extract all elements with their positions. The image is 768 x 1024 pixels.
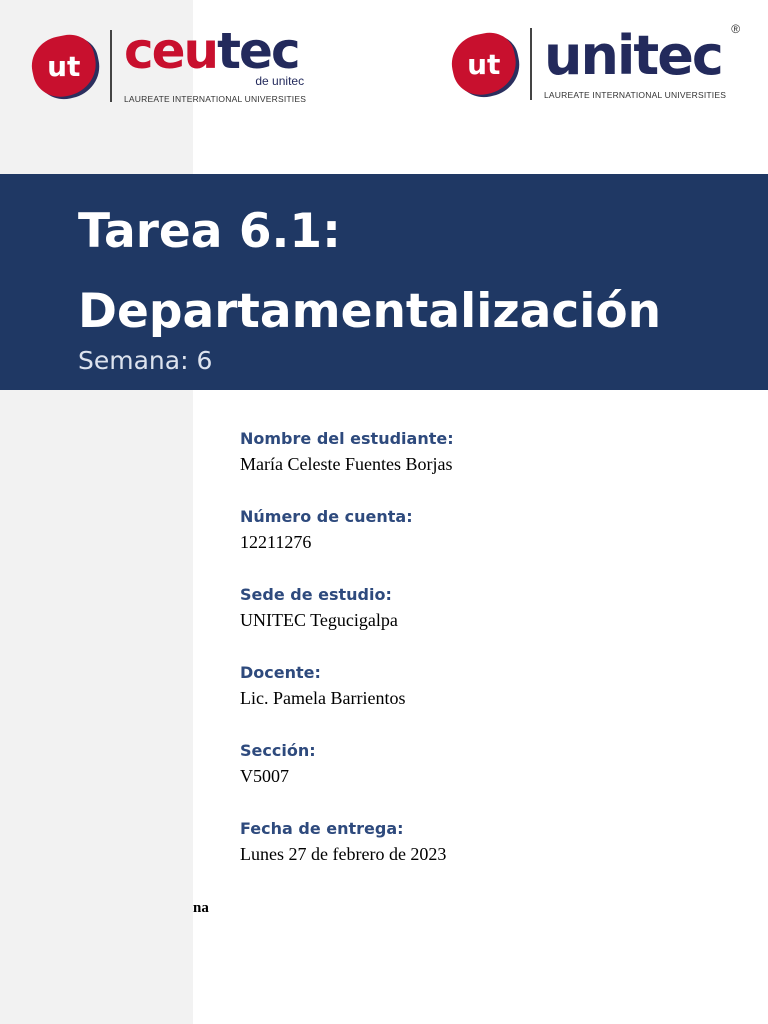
- logo-text-tec: tec: [217, 22, 300, 80]
- week-label: Semana: 6: [78, 346, 213, 375]
- ut-badge-icon: ut: [26, 30, 102, 102]
- left-gray-strip: [0, 0, 193, 1024]
- field-student-name: Nombre del estudiante: María Celeste Fuen…: [240, 428, 454, 506]
- field-label: Número de cuenta:: [240, 507, 413, 526]
- field-campus: Sede de estudio: UNITEC Tegucigalpa: [240, 584, 454, 662]
- field-label: Fecha de entrega:: [240, 819, 404, 838]
- field-section: Sección: V5007: [240, 740, 454, 818]
- title-banner: Tarea 6.1: Departamentalización Semana: …: [0, 174, 768, 390]
- logo-text-ceu: ceu: [124, 22, 219, 80]
- field-value: María Celeste Fuentes Borjas: [240, 454, 453, 474]
- field-label: Sección:: [240, 741, 316, 760]
- field-value: Lic. Pamela Barrientos: [240, 688, 406, 708]
- text-fragment: na: [193, 900, 209, 916]
- logo-divider: [110, 30, 112, 102]
- field-value: V5007: [240, 766, 289, 786]
- ceutec-logo: ut ceutec de unitec LAUREATE INTERNATION…: [26, 26, 307, 104]
- unitec-logo: ut unitec ® LAUREATE INTERNATIONAL UNIVE…: [446, 22, 740, 100]
- field-label: Sede de estudio:: [240, 585, 392, 604]
- field-value: Lunes 27 de febrero de 2023: [240, 844, 447, 864]
- field-due-date: Fecha de entrega: Lunes 27 de febrero de …: [240, 818, 454, 896]
- logo-tagline: LAUREATE INTERNATIONAL UNIVERSITIES: [124, 94, 307, 104]
- field-account-number: Número de cuenta: 12211276: [240, 506, 454, 584]
- field-label: Docente:: [240, 663, 321, 682]
- page-title: Tarea 6.1: Departamentalización: [78, 204, 662, 339]
- logo-divider: [530, 28, 532, 100]
- registered-mark: ®: [731, 22, 741, 36]
- field-teacher: Docente: Lic. Pamela Barrientos: [240, 662, 454, 740]
- field-value: 12211276: [240, 532, 312, 552]
- ut-badge-icon: ut: [446, 28, 522, 100]
- logo-tagline: LAUREATE INTERNATIONAL UNIVERSITIES: [544, 90, 727, 100]
- field-value: UNITEC Tegucigalpa: [240, 610, 398, 630]
- field-label: Nombre del estudiante:: [240, 429, 454, 448]
- logo-text-unitec: unitec: [544, 24, 724, 87]
- student-info: Nombre del estudiante: María Celeste Fuen…: [240, 428, 454, 896]
